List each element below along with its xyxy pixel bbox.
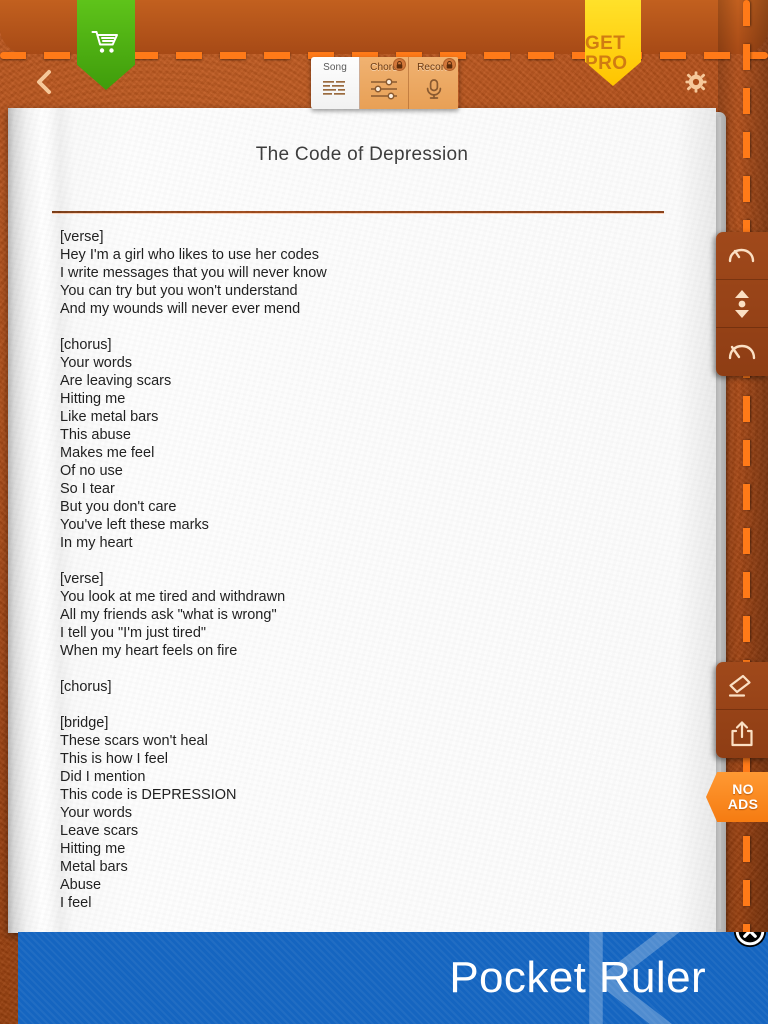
ad-title: Pocket Ruler — [449, 953, 706, 1002]
no-ads-line1: NO — [732, 781, 754, 797]
tab-song[interactable]: Song — [311, 57, 360, 109]
tab-chord[interactable]: Chord — [360, 57, 409, 109]
curve-up-button[interactable] — [716, 232, 768, 280]
app-root: Song Chord Record GET PRO The Code of De… — [0, 0, 768, 1024]
curve-up-icon — [728, 248, 755, 262]
ad-banner[interactable]: Pocket Ruler — [18, 932, 768, 1024]
lock-icon-record — [443, 58, 456, 71]
song-title: The Code of Depression — [255, 144, 469, 165]
eraser-button[interactable] — [716, 662, 768, 710]
settings-button[interactable] — [676, 62, 716, 102]
text-lines-icon — [319, 76, 351, 102]
chevron-left-icon — [37, 70, 51, 94]
lock-icon-chord — [393, 58, 406, 71]
eraser-icon — [728, 674, 751, 697]
tab-song-label: Song — [323, 62, 347, 73]
lyrics-text[interactable]: [verse] Hey I'm a girl who likes to use … — [60, 228, 676, 912]
toolbar-transpose — [716, 232, 768, 376]
song-book: The Code of Depression [verse] Hey I'm a… — [8, 108, 726, 940]
close-icon[interactable] — [731, 932, 768, 950]
move-vertical-button[interactable] — [716, 280, 768, 328]
microphone-icon — [418, 76, 450, 102]
back-button[interactable] — [24, 62, 64, 102]
song-page[interactable]: The Code of Depression [verse] Hey I'm a… — [8, 108, 716, 933]
curve-arc-button[interactable] — [716, 328, 768, 376]
gear-icon — [685, 71, 707, 93]
shopping-cart-icon — [91, 31, 118, 53]
mode-tab-bar: Song Chord Record — [311, 57, 459, 109]
tab-record[interactable]: Record — [409, 57, 458, 109]
curve-arc-icon — [728, 344, 756, 360]
no-ads-badge-button[interactable]: NO ADS — [706, 772, 768, 822]
toolbar-actions — [716, 662, 768, 758]
title-divider — [52, 211, 664, 213]
page-shade — [676, 108, 716, 933]
move-vertical-icon — [735, 289, 749, 318]
stitching-right — [743, 0, 750, 1024]
share-button[interactable] — [716, 710, 768, 758]
no-ads-line2: ADS — [727, 796, 759, 812]
sliders-icon — [368, 76, 400, 102]
share-icon — [731, 721, 753, 747]
get-pro-line1: GET — [585, 33, 626, 54]
